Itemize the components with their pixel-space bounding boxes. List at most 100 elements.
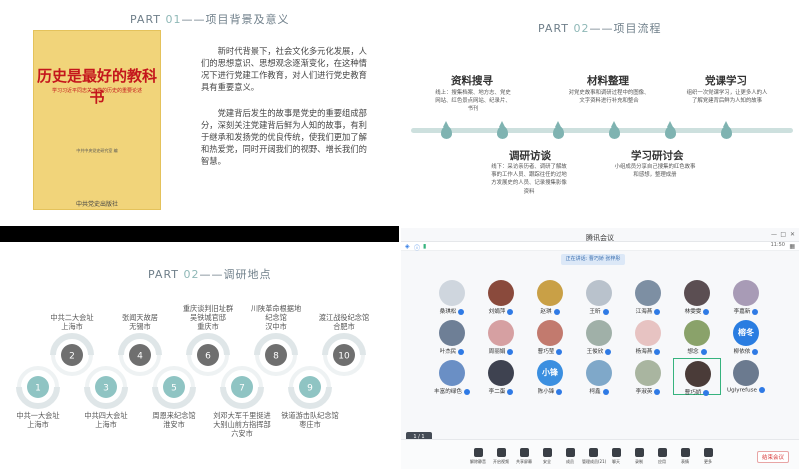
location-label-line: 上海市: [27, 420, 49, 429]
participant-tile[interactable]: 叶杰民: [428, 318, 476, 355]
toolbar-button[interactable]: 录制: [628, 448, 650, 465]
avatar: [537, 320, 563, 346]
mic-icon: [752, 308, 759, 315]
participant-tile[interactable]: Uglyrefuse: [722, 358, 770, 395]
meeting-clock: 11:50: [770, 242, 785, 248]
participant-tile[interactable]: 江海燕: [624, 278, 672, 315]
status-bar: [401, 242, 799, 251]
node-number: 7: [239, 384, 245, 394]
participant-tile[interactable]: 李嘉新: [722, 278, 770, 315]
mic-icon: [700, 348, 707, 355]
participant-name-text: 刘娟萍: [488, 309, 506, 315]
participant-name: 刘娟萍: [477, 307, 525, 315]
participant-name: 李嘉新: [722, 307, 770, 315]
participant-name: 周丽娟: [477, 347, 525, 355]
leave-meeting-button[interactable]: 结束会议: [756, 451, 789, 463]
timeline-drop-icon: [721, 121, 732, 139]
avatar: [586, 360, 612, 386]
toolbar-icon: [519, 448, 529, 457]
participant-name-text: 周丽娟: [488, 349, 506, 355]
avatar: [635, 360, 661, 386]
book-title: 历史是最好的教科书: [36, 67, 157, 106]
location-label-line: 中共一大会址: [16, 411, 60, 420]
toolbar-label: 应用: [658, 459, 666, 464]
step-desc: 线上：搜集档案、地方志、党史网站、红色景点网站、纪录片、书刊: [435, 90, 511, 113]
participant-tile[interactable]: 李二蛋: [477, 358, 525, 395]
timeline-drop-icon: [553, 121, 564, 139]
maximize-icon[interactable]: □: [780, 231, 786, 238]
participant-name-text: 柳依依: [733, 349, 751, 355]
toolbar-icon: [703, 448, 713, 457]
participant-tile[interactable]: 曹巧娇: [673, 358, 721, 396]
timeline-bar: [411, 128, 793, 133]
mic-icon: [605, 348, 612, 355]
toolbar-button[interactable]: 解除静音: [467, 448, 489, 465]
toolbar-button[interactable]: 表情: [674, 448, 696, 465]
toolbar-button[interactable]: 开启视频: [490, 448, 512, 465]
participant-tile[interactable]: 林雯雯: [673, 278, 721, 315]
location-label: 中共二大会址 上海市: [36, 313, 108, 331]
toolbar-button[interactable]: 共享屏幕: [513, 448, 535, 465]
participant-name: 柳依依: [722, 347, 770, 355]
participant-tile[interactable]: 榕冬 柳依依: [722, 318, 770, 355]
mic-icon: [556, 348, 563, 355]
grid-view-icon[interactable]: ▦: [789, 243, 795, 250]
toolbar-icon: [588, 448, 598, 457]
avatar: [684, 320, 710, 346]
location-label-line: 汉中市: [265, 322, 287, 331]
participant-name-text: 赵琪: [540, 309, 552, 315]
toolbar-label: 更多: [704, 459, 712, 464]
location-label-line: 张闻天故居: [122, 313, 158, 322]
toolbar-label: 录制: [635, 459, 643, 464]
toolbar-icon: [657, 448, 667, 457]
participant-tile[interactable]: 周丽娟: [477, 318, 525, 355]
avatar: [685, 361, 711, 387]
timeline-drop-icon: [441, 121, 452, 139]
participant-tile[interactable]: 杨海燕: [624, 318, 672, 355]
location-label: 周恩来纪念馆 淮安市: [138, 411, 210, 429]
node-number: 6: [205, 352, 211, 362]
location-label-line: 合肥市: [333, 322, 355, 331]
toolbar-button[interactable]: 管理成员(21): [582, 448, 606, 465]
node-number: 5: [171, 384, 177, 394]
toolbar-label: 成员: [566, 459, 574, 464]
node-number: 4: [137, 352, 143, 362]
participant-name-text: 江海燕: [635, 309, 653, 315]
toolbar-button[interactable]: 应用: [651, 448, 673, 465]
shield-icon[interactable]: ◈: [405, 243, 410, 250]
participant-tile[interactable]: 李淑英: [624, 358, 672, 395]
toolbar-button[interactable]: 安全: [536, 448, 558, 465]
toolbar-button[interactable]: 更多: [697, 448, 719, 465]
close-icon[interactable]: ✕: [790, 231, 795, 238]
slide-project-flow: PART 02——项目流程 资料搜寻 线上：搜集档案、地方志、党史网站、红色景点…: [401, 0, 799, 226]
mic-icon: [553, 308, 560, 315]
slide-research-locations: PART 02——调研地点 1 2 3 4 5 6 7 8 9 10 中共一大会址 上海市 中共二大会…: [0, 242, 399, 469]
step-title: 学习研讨会: [631, 150, 684, 162]
step-desc: 组织一次党课学习，让更多人的人了解党建背后鲜为人知的故事: [686, 90, 768, 105]
participant-tile[interactable]: 柯鑫: [575, 358, 623, 395]
participant-tile[interactable]: 想念: [673, 318, 721, 355]
location-label-line: 纪念馆: [265, 313, 287, 322]
toolbar-label: 聊天: [612, 459, 620, 464]
mic-icon: [458, 348, 465, 355]
participant-tile[interactable]: 桑琪松: [428, 278, 476, 315]
toolbar-button[interactable]: 成员: [559, 448, 581, 465]
participant-tile[interactable]: 刘娟萍: [477, 278, 525, 315]
toolbar-button[interactable]: 聊天: [605, 448, 627, 465]
participant-tile[interactable]: 曹巧莹: [526, 318, 574, 355]
avatar: [635, 280, 661, 306]
location-label-line: 重庆市: [197, 322, 219, 331]
avatar: [537, 280, 563, 306]
participant-name: 曹巧娇: [674, 388, 720, 396]
participant-tile[interactable]: 王昕: [575, 278, 623, 315]
participant-name-text: 杨海燕: [635, 349, 653, 355]
participant-tile[interactable]: 王俊欣: [575, 318, 623, 355]
minimize-icon[interactable]: —: [771, 231, 777, 238]
location-label: 川陕革命根据地 纪念馆 汉中市: [240, 304, 312, 331]
participant-tile[interactable]: 小锋 陈小锋: [526, 358, 574, 395]
participant-name: Uglyrefuse: [722, 387, 770, 394]
participant-tile[interactable]: 赵琪: [526, 278, 574, 315]
participant-tile[interactable]: 丰富的绿色: [428, 358, 476, 395]
info-icon[interactable]: ⓘ: [414, 243, 420, 252]
mic-icon: [654, 348, 661, 355]
